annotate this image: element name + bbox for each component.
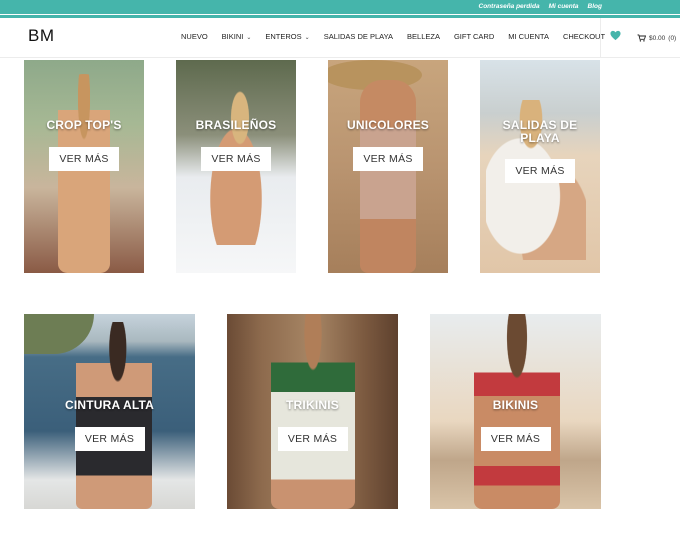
top-bar-links: Contraseña perdida Mi cuenta Blog (479, 3, 602, 10)
nav-item-label: CHECKOUT (562, 32, 606, 41)
category-title: BRASILEÑOS (195, 118, 277, 132)
nav-item-label: BIKINI (221, 32, 244, 41)
top-bar: Contraseña perdida Mi cuenta Blog (0, 0, 680, 14)
site-logo[interactable]: BM (28, 26, 55, 46)
model-figure (76, 322, 152, 509)
category-tile-brasilenos[interactable]: BRASILEÑOS VER MÁS (176, 60, 296, 273)
nav-item-label: MI CUENTA (508, 32, 549, 41)
nav-item-label: ENTEROS (265, 32, 302, 41)
nav-item-label: GIFT CARD (453, 32, 495, 41)
cart-total: $0.00 (649, 34, 666, 42)
nav-item-label: BELLEZA (407, 32, 440, 41)
nav-item-checkout[interactable]: CHECKOUT (563, 32, 605, 41)
category-title: TRIKINIS (286, 398, 339, 412)
category-title: UNICOLORES (346, 118, 429, 132)
model-figure (360, 80, 416, 273)
nav-item-label: SALIDAS DE PLAYA (323, 32, 394, 41)
category-tile-bikinis[interactable]: BIKINIS VER MÁS (430, 314, 601, 509)
ver-mas-button[interactable]: VER MÁS (480, 427, 551, 451)
site-header: BM NUEVO BIKINI ⌄ ENTEROS ⌄ SALIDAS DE PLA… (0, 18, 680, 58)
nav-item-salidas-de-playa[interactable]: SALIDAS DE PLAYA (324, 32, 393, 41)
nav-item-gift-card[interactable]: GIFT CARD (454, 32, 494, 41)
category-title: CROP TOP'S (46, 118, 122, 132)
cart-icon (637, 34, 646, 42)
category-tile-crop-tops[interactable]: CROP TOP'S VER MÁS (24, 60, 144, 273)
cart-summary[interactable]: $0.00 (0) (637, 34, 676, 42)
chevron-down-icon: ⌄ (246, 35, 252, 41)
ver-mas-button[interactable]: VER MÁS (277, 427, 348, 451)
category-title: CINTURA ALTA (64, 398, 155, 412)
ver-mas-button[interactable]: VER MÁS (505, 159, 575, 183)
main-nav: NUEVO BIKINI ⌄ ENTEROS ⌄ SALIDAS DE PLAYA … (181, 32, 619, 41)
heart-icon[interactable] (610, 30, 621, 41)
blog-link[interactable]: Blog (588, 3, 602, 10)
category-tile-salidas-de-playa[interactable]: SALIDAS DE PLAYA VER MÁS (480, 60, 600, 273)
nav-item-nuevo[interactable]: NUEVO (181, 32, 208, 41)
category-title: BIKINIS (492, 398, 539, 412)
category-tile-trikinis[interactable]: TRIKINIS VER MÁS (227, 314, 398, 509)
ver-mas-button[interactable]: VER MÁS (201, 147, 271, 171)
chevron-down-icon: ⌄ (304, 35, 310, 41)
cart-count: (0) (668, 34, 677, 42)
category-title: SALIDAS DE PLAYA (502, 118, 578, 145)
header-divider (600, 18, 601, 58)
ver-mas-button[interactable]: VER MÁS (353, 147, 423, 171)
category-tile-unicolores[interactable]: UNICOLORES VER MÁS (328, 60, 448, 273)
lost-password-link[interactable]: Contraseña perdida (479, 3, 540, 10)
nav-item-mi-cuenta[interactable]: MI CUENTA (508, 32, 549, 41)
nav-item-enteros[interactable]: ENTEROS ⌄ (265, 32, 309, 41)
nav-item-belleza[interactable]: BELLEZA (407, 32, 440, 41)
model-figure (58, 74, 110, 273)
my-account-link[interactable]: Mi cuenta (549, 3, 579, 10)
ver-mas-button[interactable]: VER MÁS (74, 427, 145, 451)
nav-item-label: NUEVO (181, 32, 208, 41)
nav-item-bikini[interactable]: BIKINI ⌄ (222, 32, 252, 41)
category-tile-cintura-alta[interactable]: CINTURA ALTA VER MÁS (24, 314, 195, 509)
ver-mas-button[interactable]: VER MÁS (49, 147, 119, 171)
